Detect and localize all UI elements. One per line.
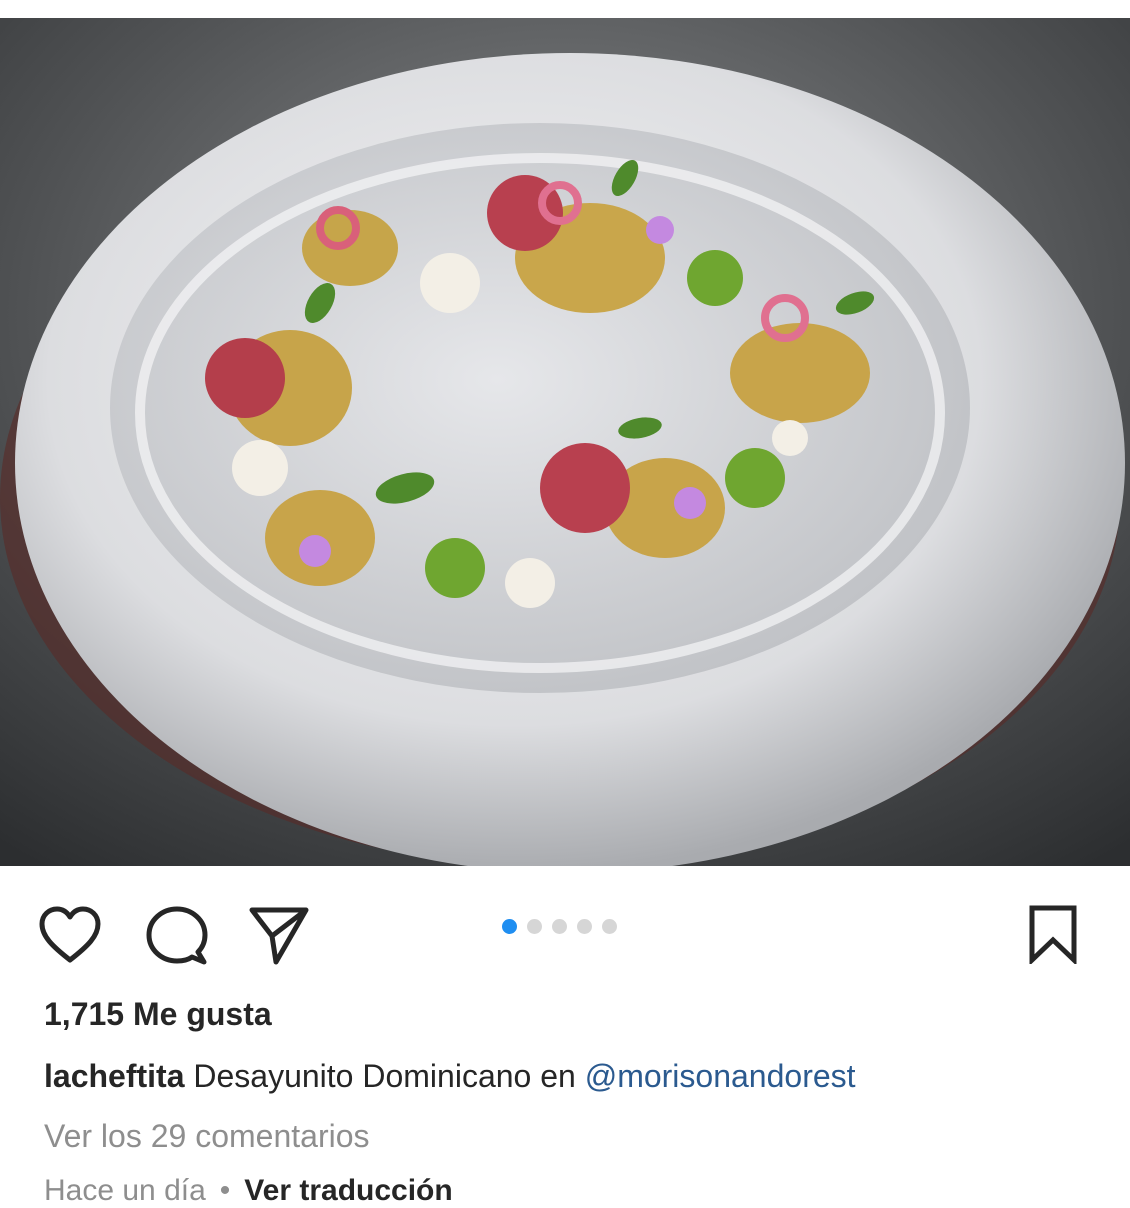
post-caption: lacheftita Desayunito Dominicano en @mor… bbox=[44, 1058, 856, 1095]
caption-mention-link[interactable]: @morisonandorest bbox=[585, 1058, 856, 1094]
bookmark-icon[interactable] bbox=[1028, 904, 1078, 964]
caption-username[interactable]: lacheftita bbox=[44, 1058, 184, 1094]
carousel-dot bbox=[577, 918, 592, 934]
carousel-dot bbox=[527, 918, 542, 934]
translate-link[interactable]: Ver traducción bbox=[244, 1174, 452, 1207]
send-icon[interactable] bbox=[248, 904, 310, 966]
heart-icon[interactable] bbox=[38, 906, 102, 964]
post-timestamp: Hace un día bbox=[44, 1174, 206, 1207]
carousel-dot-active bbox=[502, 918, 517, 934]
post-meta: Hace un día • Ver traducción bbox=[44, 1174, 453, 1208]
caption-text: Desayunito Dominicano en bbox=[193, 1058, 576, 1094]
comment-icon[interactable] bbox=[146, 906, 208, 966]
carousel-dot bbox=[602, 918, 617, 934]
likes-count[interactable]: 1,715 Me gusta bbox=[44, 996, 272, 1033]
carousel-dot bbox=[552, 918, 567, 934]
plated-dish-image bbox=[0, 18, 1130, 866]
post-action-bar bbox=[0, 866, 1130, 986]
carousel-indicator bbox=[502, 918, 617, 934]
meta-separator: • bbox=[219, 1174, 231, 1207]
post-photo[interactable] bbox=[0, 18, 1130, 866]
view-comments-link[interactable]: Ver los 29 comentarios bbox=[44, 1118, 370, 1155]
